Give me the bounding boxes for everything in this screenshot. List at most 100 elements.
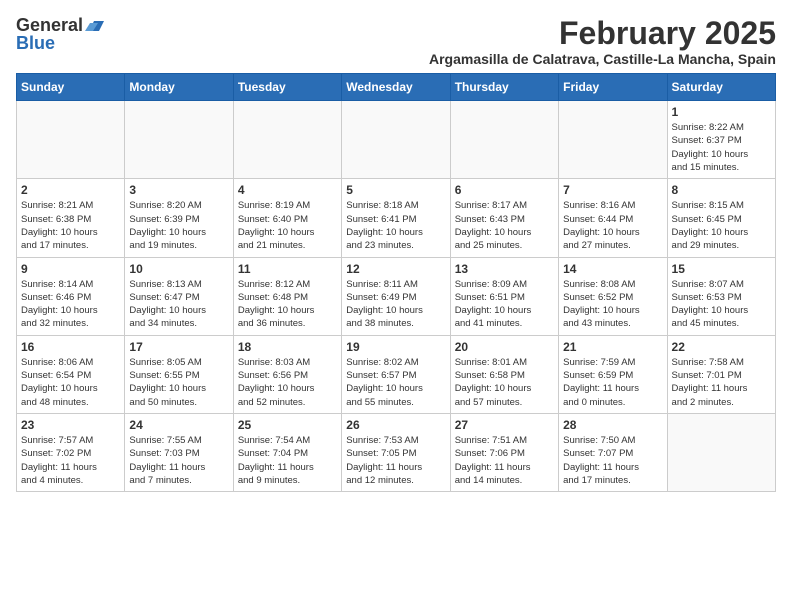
day-info: Sunrise: 8:02 AM Sunset: 6:57 PM Dayligh… <box>346 356 445 409</box>
day-number: 23 <box>21 418 120 432</box>
day-number: 7 <box>563 183 662 197</box>
weekday-header: Tuesday <box>233 74 341 101</box>
subtitle: Argamasilla de Calatrava, Castille-La Ma… <box>429 51 776 67</box>
day-number: 1 <box>672 105 771 119</box>
logo-blue-text: Blue <box>16 34 55 52</box>
calendar-table: SundayMondayTuesdayWednesdayThursdayFrid… <box>16 73 776 492</box>
day-number: 16 <box>21 340 120 354</box>
day-number: 26 <box>346 418 445 432</box>
calendar-day-cell: 25Sunrise: 7:54 AM Sunset: 7:04 PM Dayli… <box>233 413 341 491</box>
weekday-header: Friday <box>559 74 667 101</box>
day-info: Sunrise: 7:57 AM Sunset: 7:02 PM Dayligh… <box>21 434 120 487</box>
calendar-day-cell: 24 Sunrise: 7:55 AM Sunset: 7:03 PM Dayli… <box>125 413 233 491</box>
day-info: Sunrise: 8:03 AM Sunset: 6:56 PM Dayligh… <box>238 356 337 409</box>
day-info: Sunrise: 8:16 AM Sunset: 6:44 PM Dayligh… <box>563 199 662 252</box>
day-number: 24 <box>129 418 228 432</box>
calendar-day-cell: 21Sunrise: 7:59 AM Sunset: 6:59 PM Dayli… <box>559 335 667 413</box>
calendar-day-cell: 1 Sunrise: 8:22 AM Sunset: 6:37 PM Daylig… <box>667 101 775 179</box>
day-number: 11 <box>238 262 337 276</box>
calendar-day-cell: 3Sunrise: 8:20 AM Sunset: 6:39 PM Daylig… <box>125 179 233 257</box>
day-info: Sunrise: 8:01 AM Sunset: 6:58 PM Dayligh… <box>455 356 554 409</box>
calendar-day-cell <box>450 101 558 179</box>
logo-icon <box>85 17 105 33</box>
calendar-day-cell: 4 Sunrise: 8:19 AM Sunset: 6:40 PM Daylig… <box>233 179 341 257</box>
calendar-day-cell <box>17 101 125 179</box>
day-info: Sunrise: 7:58 AM Sunset: 7:01 PM Dayligh… <box>672 356 771 409</box>
weekday-header: Saturday <box>667 74 775 101</box>
calendar-day-cell: 8 Sunrise: 8:15 AM Sunset: 6:45 PM Daylig… <box>667 179 775 257</box>
day-number: 10 <box>129 262 228 276</box>
day-info: Sunrise: 8:19 AM Sunset: 6:40 PM Dayligh… <box>238 199 337 252</box>
calendar-day-cell: 22 Sunrise: 7:58 AM Sunset: 7:01 PM Dayli… <box>667 335 775 413</box>
calendar-day-cell: 12 Sunrise: 8:11 AM Sunset: 6:49 PM Dayli… <box>342 257 450 335</box>
calendar-day-cell: 9 Sunrise: 8:14 AM Sunset: 6:46 PM Daylig… <box>17 257 125 335</box>
day-number: 4 <box>238 183 337 197</box>
calendar-day-cell: 19 Sunrise: 8:02 AM Sunset: 6:57 PM Dayli… <box>342 335 450 413</box>
weekday-header: Monday <box>125 74 233 101</box>
calendar-day-cell: 28 Sunrise: 7:50 AM Sunset: 7:07 PM Dayli… <box>559 413 667 491</box>
calendar-day-cell: 23 Sunrise: 7:57 AM Sunset: 7:02 PM Dayli… <box>17 413 125 491</box>
day-number: 15 <box>672 262 771 276</box>
calendar-week-row: 16 Sunrise: 8:06 AM Sunset: 6:54 PM Dayli… <box>17 335 776 413</box>
day-number: 28 <box>563 418 662 432</box>
day-number: 8 <box>672 183 771 197</box>
day-number: 9 <box>21 262 120 276</box>
calendar-day-cell <box>342 101 450 179</box>
day-number: 17 <box>129 340 228 354</box>
day-info: Sunrise: 7:55 AM Sunset: 7:03 PM Dayligh… <box>129 434 228 487</box>
day-info: Sunrise: 8:18 AM Sunset: 6:41 PM Dayligh… <box>346 199 445 252</box>
day-info: Sunrise: 8:11 AM Sunset: 6:49 PM Dayligh… <box>346 278 445 331</box>
day-info: Sunrise: 8:21 AM Sunset: 6:38 PM Dayligh… <box>21 199 120 252</box>
calendar-day-cell: 5 Sunrise: 8:18 AM Sunset: 6:41 PM Daylig… <box>342 179 450 257</box>
day-number: 5 <box>346 183 445 197</box>
weekday-header: Thursday <box>450 74 558 101</box>
calendar-week-row: 1 Sunrise: 8:22 AM Sunset: 6:37 PM Daylig… <box>17 101 776 179</box>
day-info: Sunrise: 7:51 AM Sunset: 7:06 PM Dayligh… <box>455 434 554 487</box>
calendar-week-row: 2 Sunrise: 8:21 AM Sunset: 6:38 PM Daylig… <box>17 179 776 257</box>
day-number: 20 <box>455 340 554 354</box>
day-info: Sunrise: 8:09 AM Sunset: 6:51 PM Dayligh… <box>455 278 554 331</box>
calendar-week-row: 9 Sunrise: 8:14 AM Sunset: 6:46 PM Daylig… <box>17 257 776 335</box>
logo-general-text: General <box>16 16 83 34</box>
day-number: 2 <box>21 183 120 197</box>
calendar-day-cell <box>559 101 667 179</box>
day-number: 21 <box>563 340 662 354</box>
day-number: 13 <box>455 262 554 276</box>
calendar-day-cell <box>667 413 775 491</box>
title-block: February 2025 Argamasilla de Calatrava, … <box>429 16 776 67</box>
calendar-day-cell: 26Sunrise: 7:53 AM Sunset: 7:05 PM Dayli… <box>342 413 450 491</box>
day-info: Sunrise: 8:05 AM Sunset: 6:55 PM Dayligh… <box>129 356 228 409</box>
day-number: 3 <box>129 183 228 197</box>
day-number: 14 <box>563 262 662 276</box>
day-number: 12 <box>346 262 445 276</box>
day-number: 19 <box>346 340 445 354</box>
calendar-day-cell: 16 Sunrise: 8:06 AM Sunset: 6:54 PM Dayli… <box>17 335 125 413</box>
day-number: 18 <box>238 340 337 354</box>
calendar-week-row: 23 Sunrise: 7:57 AM Sunset: 7:02 PM Dayli… <box>17 413 776 491</box>
main-title: February 2025 <box>429 16 776 51</box>
day-info: Sunrise: 8:22 AM Sunset: 6:37 PM Dayligh… <box>672 121 771 174</box>
day-number: 6 <box>455 183 554 197</box>
calendar-day-cell: 15Sunrise: 8:07 AM Sunset: 6:53 PM Dayli… <box>667 257 775 335</box>
day-info: Sunrise: 8:14 AM Sunset: 6:46 PM Dayligh… <box>21 278 120 331</box>
day-info: Sunrise: 8:06 AM Sunset: 6:54 PM Dayligh… <box>21 356 120 409</box>
calendar-day-cell: 7 Sunrise: 8:16 AM Sunset: 6:44 PM Daylig… <box>559 179 667 257</box>
calendar-day-cell: 10 Sunrise: 8:13 AM Sunset: 6:47 PM Dayli… <box>125 257 233 335</box>
day-number: 27 <box>455 418 554 432</box>
day-number: 22 <box>672 340 771 354</box>
page-header: General Blue February 2025 Argamasilla d… <box>16 16 776 67</box>
calendar-day-cell: 13 Sunrise: 8:09 AM Sunset: 6:51 PM Dayli… <box>450 257 558 335</box>
day-info: Sunrise: 8:17 AM Sunset: 6:43 PM Dayligh… <box>455 199 554 252</box>
calendar-day-cell: 18 Sunrise: 8:03 AM Sunset: 6:56 PM Dayli… <box>233 335 341 413</box>
calendar-day-cell <box>233 101 341 179</box>
calendar-day-cell: 2 Sunrise: 8:21 AM Sunset: 6:38 PM Daylig… <box>17 179 125 257</box>
calendar-day-cell: 14 Sunrise: 8:08 AM Sunset: 6:52 PM Dayli… <box>559 257 667 335</box>
day-info: Sunrise: 8:15 AM Sunset: 6:45 PM Dayligh… <box>672 199 771 252</box>
day-info: Sunrise: 8:13 AM Sunset: 6:47 PM Dayligh… <box>129 278 228 331</box>
logo: General Blue <box>16 16 105 52</box>
day-info: Sunrise: 7:50 AM Sunset: 7:07 PM Dayligh… <box>563 434 662 487</box>
calendar-day-cell <box>125 101 233 179</box>
calendar-day-cell: 27 Sunrise: 7:51 AM Sunset: 7:06 PM Dayli… <box>450 413 558 491</box>
calendar-day-cell: 11Sunrise: 8:12 AM Sunset: 6:48 PM Dayli… <box>233 257 341 335</box>
day-info: Sunrise: 8:08 AM Sunset: 6:52 PM Dayligh… <box>563 278 662 331</box>
